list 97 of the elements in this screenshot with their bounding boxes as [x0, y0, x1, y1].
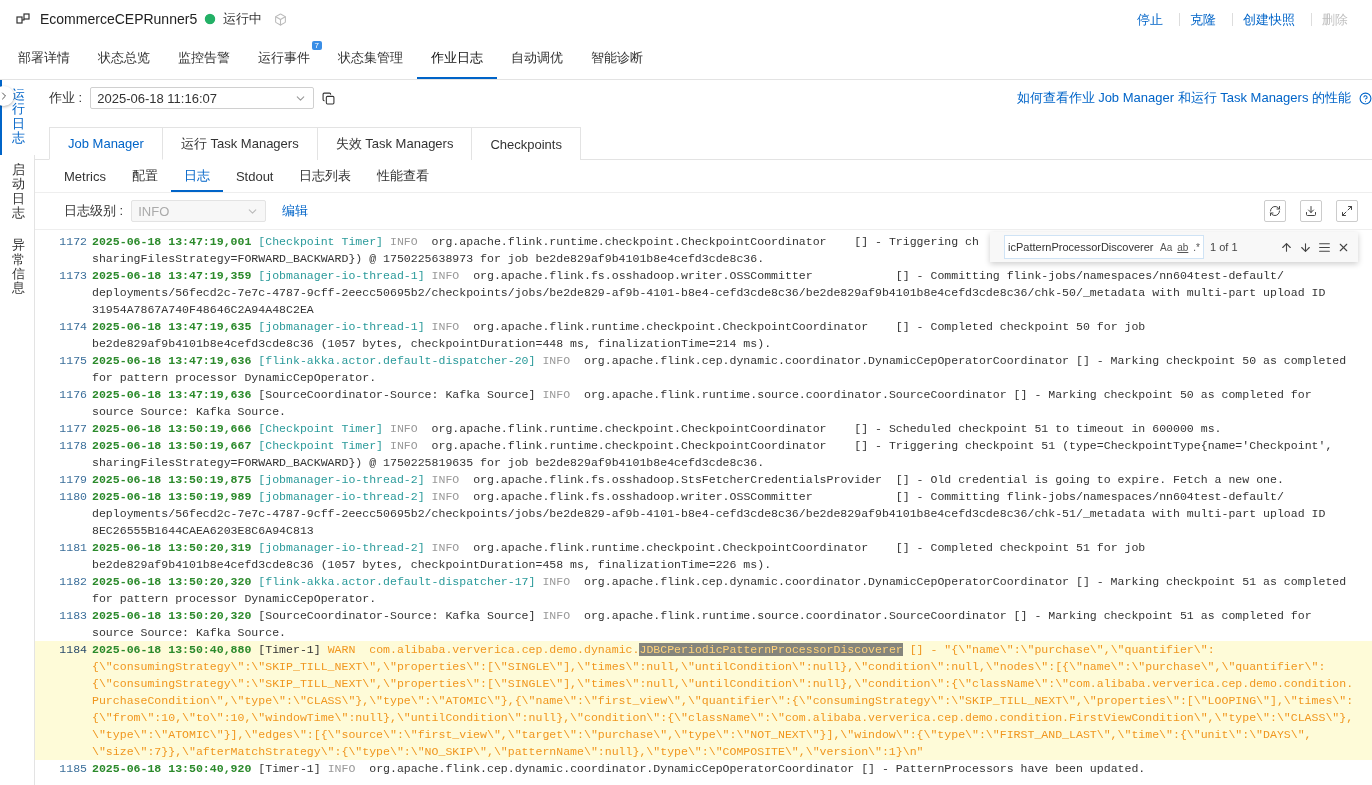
line-number: 1172: [58, 234, 88, 250]
log-line: 2025-06-18 13:50:40,880 [Timer-1] WARN com.alibaba.ververica.cep.demo.dynamic.JDBCPeriodicPatternProcessorDiscoverer [] - "{\"name\":\"purchase\",\"quantifier\":: [92, 642, 1216, 658]
log-line: 2025-06-18 13:50:19,875 [jobmanager-io-thread-2] INFO org.apache.flink.fs.osshadoop.StsFetcherCredentialsProvider [] - Old credential is going to expire. Fetch a new one.: [92, 472, 1284, 488]
job-label: 作业 :: [49, 89, 83, 107]
next-match-icon[interactable]: [1299, 240, 1312, 254]
previous-match-icon[interactable]: [1280, 240, 1293, 254]
panel-tab[interactable]: 运行 Task Managers: [162, 127, 318, 160]
side-tab[interactable]: 运行日志: [0, 80, 35, 156]
log-line: 2025-06-18 13:47:19,636 [flink-akka.actor.default-dispatcher-20] INFO org.apache.flink.cep.dynamic.coordinator.DynamicCepOperatorCoordinator [] - Marking checkpoint 50 as completed: [92, 353, 1347, 369]
nav-tab[interactable]: 作业日志: [417, 39, 497, 79]
help-icon[interactable]: [1359, 91, 1372, 105]
copy-icon[interactable]: [322, 91, 336, 105]
log-line: {\"consumingStrategy\":\"SKIP_TILL_NEXT\",\"properties\":[\"SINGLE\"],\"times\":null,\"untilCondition\":null},\"condition\":{\"className\":\"com.alibaba.ververica.cep.demo.condition.: [92, 676, 1354, 692]
log-line: be2de829af9b4101b8e4cefd3cde8c36 (1057 bytes, checkpointDuration=448 ms, finalizationTime=214 ms).: [92, 336, 773, 352]
panel-tab[interactable]: 失效 Task Managers: [317, 127, 473, 160]
match-count: 1 of 1: [1210, 241, 1239, 253]
header-action-link[interactable]: 克隆: [1179, 12, 1226, 26]
line-number: 1184: [58, 642, 88, 658]
log-line: 2025-06-18 13:47:19,635 [jobmanager-io-thread-1] INFO org.apache.flink.runtime.checkpoint.CheckpointCoordinator [] - Completed checkpoint 50 for job: [92, 319, 1146, 335]
log-line: 2025-06-18 13:47:19,359 [jobmanager-io-thread-1] INFO org.apache.flink.fs.osshadoop.writer.OSSCommitter [] - Committing flink-jobs/namespaces/nn604test-default/: [92, 268, 1285, 284]
log-line: {\"consumingStrategy\":\"SKIP_TILL_NEXT\",\"properties\":[\"SINGLE\"],\"times\":null,\"untilCondition\":null},\"condition\":null,\"nodes\":[{\"name\":\"purchase\",\"quantifier\":: [92, 659, 1327, 675]
nav-tab[interactable]: 状态总览: [84, 39, 164, 79]
sub-tab[interactable]: 配置: [118, 162, 171, 192]
fullscreen-button[interactable]: [1336, 200, 1358, 222]
sub-tab[interactable]: Metrics: [51, 162, 119, 192]
log-line: 2025-06-18 13:50:20,320 [flink-akka.actor.default-dispatcher-17] INFO org.apache.flink.cep.dynamic.coordinator.DynamicCepOperatorCoordinator [] - Marking checkpoint 51 as completed: [92, 574, 1347, 590]
log-line: deployments/56fecd2c-7e7c-4787-9cff-2eecc50695b2/checkpoints/jobs/be2de829-af9b-4101-b8e4-cefd3cde8c36/be2de829af9b4101b8e4cefd3cde8c36/chk-50/_metadata with multi-part upload ID: [92, 285, 1326, 301]
line-number: 1177: [58, 421, 88, 437]
line-number: 1183: [58, 608, 88, 624]
log-line: \"type\":\"ATOMIC\"}],\"edges\":[{\"source\":\"first_view\",\"target\":\"purchase\",\"type\":\"NOT_NEXT\"}],\"window\":{\"type\":\"FIRST_AND_LAST\",\"time\":{\"unit\":\"DAYS\",: [92, 727, 1313, 743]
log-line: PurchaseCondition\",\"type\":\"CLASS\"},\"type\":\"ATOMIC\"},{\"name\":\"first_view\",\"quantifier\":{\"consumingStrategy\":\"SKIP_TILL_NEXT\",\"properties\":[\"LOOPING\"],\"times\":: [92, 693, 1354, 709]
download-button[interactable]: [1300, 200, 1322, 222]
job-select[interactable]: 2025-06-18 11:16:07: [90, 87, 315, 109]
refresh-icon: [1269, 205, 1281, 217]
sub-tab[interactable]: 日志列表: [286, 162, 365, 192]
header-action-link[interactable]: 停止: [1127, 12, 1173, 26]
app-icon: [16, 12, 30, 26]
log-line: 8EC26555B1644CAEA6203E8C6A94C813: [92, 523, 315, 539]
sub-tab[interactable]: Stdout: [222, 162, 287, 192]
log-line: 31954A7867A740F48646C2A94A48C2EA: [92, 302, 315, 318]
panel-tab[interactable]: Job Manager: [49, 127, 163, 160]
header-action-link[interactable]: 创建快照: [1232, 12, 1305, 26]
nav-tab[interactable]: 运行事件 7: [244, 39, 324, 79]
log-line: sharingFilesStrategy=FORWARD_BACKWARD}) @ 1750225638973 for job be2de829af9b4101b8e4cefd3cde8c36.: [92, 251, 766, 267]
download-icon: [1305, 205, 1317, 217]
job-title: EcommerceCEPRunner5: [40, 11, 198, 27]
sub-tab[interactable]: 性能查看: [364, 162, 443, 192]
line-number: 1180: [58, 489, 88, 505]
fullscreen-icon: [1341, 205, 1353, 217]
whole-word-toggle[interactable]: ab: [1177, 241, 1189, 253]
log-line: \"size\":7}},\"afterMatchStrategy\":{\"type\":\"NO_SKIP\",\"patternName\":null},\"type\":\"COMPOSITE\",\"version\":1}\n": [92, 744, 925, 760]
log-line: sharingFilesStrategy=FORWARD_BACKWARD}) @ 1750225819635 for job be2de829af9b4101b8e4cefd3cde8c36.: [92, 455, 766, 471]
panel-tab[interactable]: Checkpoints: [472, 127, 581, 160]
selection-icon[interactable]: [1318, 240, 1331, 254]
line-number: 1176: [58, 387, 88, 403]
nav-tab[interactable]: 智能诊断: [577, 39, 657, 79]
match-case-toggle[interactable]: Aa: [1159, 241, 1173, 253]
find-input[interactable]: icPatternProcessorDiscoverer Aa ab .*: [1004, 235, 1204, 259]
regex-toggle[interactable]: .*: [1193, 241, 1200, 253]
expand-handle[interactable]: [0, 86, 14, 106]
log-line: 2025-06-18 13:47:19,636 [SourceCoordinator-Source: Kafka Source] INFO org.apache.flink.runtime.source.coordinator.SourceCoordinator [] - Marking checkpoint 50 as completed for: [92, 387, 1312, 403]
log-line: 2025-06-18 13:50:19,667 [Checkpoint Timer] INFO org.apache.flink.runtime.checkpoint.CheckpointCoordinator [] - Triggering checkpoint 51 (type=CheckpointType{name='Checkpoint',: [92, 438, 1333, 454]
line-number: 1173: [58, 268, 88, 284]
line-number: 1179: [58, 472, 88, 488]
line-number: 1182: [58, 574, 88, 590]
log-level-label: 日志级别 :: [64, 202, 124, 220]
log-line: be2de829af9b4101b8e4cefd3cde8c36 (1057 bytes, checkpointDuration=458 ms, finalizationTime=226 ms).: [92, 557, 773, 573]
status-text: 运行中: [223, 10, 263, 28]
log-line: 2025-06-18 13:50:20,320 [SourceCoordinator-Source: Kafka Source] INFO org.apache.flink.runtime.source.coordinator.SourceCoordinator [] - Marking checkpoint 51 as completed for: [92, 608, 1312, 624]
line-number: 1174: [58, 319, 88, 335]
side-tab[interactable]: 启动日志: [0, 155, 35, 231]
log-line: 2025-06-18 13:50:20,319 [jobmanager-io-thread-2] INFO org.apache.flink.runtime.checkpoint.CheckpointCoordinator [] - Completed checkpoint 51 for job: [92, 540, 1146, 556]
log-line: 2025-06-18 13:50:40,920 [Timer-1] INFO org.apache.flink.cep.dynamic.coordinator.DynamicCepOperatorCoordinator [] - PatternProcessors have been updated.: [92, 761, 1146, 777]
line-number: 1185: [58, 761, 88, 777]
help-link[interactable]: 如何查看作业 Job Manager 和运行 Task Managers 的性能: [1016, 89, 1351, 107]
line-number: 1181: [58, 540, 88, 556]
side-tab[interactable]: 异常信息: [0, 230, 35, 306]
nav-tab[interactable]: 部署详情: [4, 39, 84, 79]
nav-tab[interactable]: 自动调优: [497, 39, 577, 79]
nav-tab[interactable]: 状态集管理: [324, 39, 417, 79]
cube-icon: [274, 12, 288, 26]
log-line: for pattern processor DynamicCepOperator.: [92, 370, 378, 386]
line-number: 1178: [58, 438, 88, 454]
log-line: 2025-06-18 13:50:19,989 [jobmanager-io-thread-2] INFO org.apache.flink.fs.osshadoop.writer.OSSCommitter [] - Committing flink-jobs/namespaces/nn604test-default/: [92, 489, 1285, 505]
log-line: 2025-06-18 13:47:19,001 [Checkpoint Timer] INFO org.apache.flink.runtime.checkpoint.CheckpointCoordinator [] - Triggering ch: [92, 234, 979, 250]
sub-tab[interactable]: 日志: [170, 162, 223, 192]
log-line: source Source: Kafka Source.: [92, 625, 288, 641]
line-number: 1175: [58, 353, 88, 369]
refresh-button[interactable]: [1264, 200, 1286, 222]
log-line: deployments/56fecd2c-7e7c-4787-9cff-2eecc50695b2/checkpoints/jobs/be2de829-af9b-4101-b8e4-cefd3cde8c36/be2de829af9b4101b8e4cefd3cde8c36/chk-51/_metadata with multi-part upload ID: [92, 506, 1326, 522]
log-line: for pattern processor DynamicCepOperator.: [92, 591, 378, 607]
log-line: source Source: Kafka Source.: [92, 404, 288, 420]
count-badge: 7: [311, 41, 322, 50]
log-line: {\"from\":10,\"to\":10,\"windowTime\":null},\"untilCondition\":null},\"condition\":{\"className\":\"com.alibaba.ververica.cep.demo.condition.FirstViewCondition\",\"type\":\"CLASS\"},: [92, 710, 1354, 726]
log-line: 2025-06-18 13:50:19,666 [Checkpoint Timer] INFO org.apache.flink.runtime.checkpoint.CheckpointCoordinator [] - Scheduled checkpoint 51 to timeout in 600000 ms.: [92, 421, 1222, 437]
nav-tab[interactable]: 监控告警: [164, 39, 244, 79]
running-icon: [203, 12, 218, 26]
